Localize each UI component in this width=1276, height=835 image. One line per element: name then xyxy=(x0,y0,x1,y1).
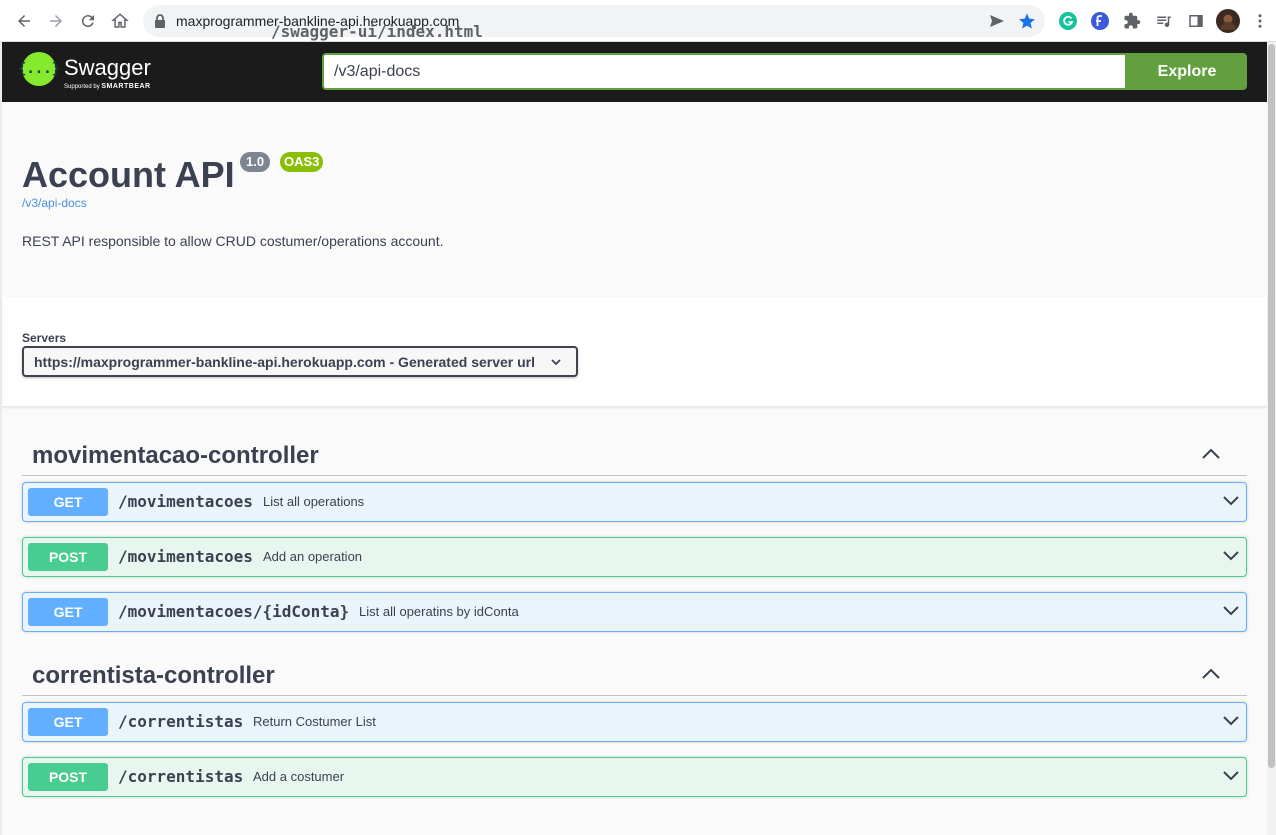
operation-path: /movimentacoes/{idConta} xyxy=(118,602,350,621)
version-badge: 1.0 xyxy=(240,152,271,172)
chevron-down-icon[interactable] xyxy=(1222,604,1240,618)
side-panel-button[interactable] xyxy=(1186,11,1206,31)
operation-get-correntistas[interactable]: GET /correntistas Return Costumer List xyxy=(22,702,1247,742)
operation-post-movimentacoes[interactable]: POST /movimentacoes Add an operation xyxy=(22,537,1247,577)
extensions-button[interactable] xyxy=(1122,11,1142,31)
browser-toolbar: maxprogrammer-bankline-api.herokuapp.com… xyxy=(0,0,1276,42)
api-url-input[interactable]: /v3/api-docs xyxy=(322,53,1127,90)
chevron-down-icon[interactable] xyxy=(1222,714,1240,728)
explore-form: /v3/api-docs Explore xyxy=(322,53,1247,90)
tag-title: correntista-controller xyxy=(32,662,275,689)
browser-menu-button[interactable] xyxy=(1250,11,1270,31)
servers-selected-value: https://maxprogrammer-bankline-api.herok… xyxy=(34,354,536,370)
url-path: /swagger-ui/index.html xyxy=(271,22,483,41)
arrow-left-icon xyxy=(18,15,30,27)
operation-summary: List all operatins by idConta xyxy=(359,604,519,619)
swagger-logo-icon: {...} xyxy=(18,52,60,86)
chevron-up-icon[interactable] xyxy=(1201,446,1221,460)
send-icon[interactable] xyxy=(989,13,1005,29)
operation-post-correntistas[interactable]: POST /correntistas Add a costumer xyxy=(22,757,1247,797)
url-text: maxprogrammer-bankline-api.herokuapp.com… xyxy=(176,13,483,41)
operation-get-movimentacoes[interactable]: GET /movimentacoes List all operations xyxy=(22,482,1247,522)
lock-icon xyxy=(155,14,165,28)
swagger-logo-subtitle: Supported by SMARTBEAR xyxy=(64,83,151,90)
explore-button[interactable]: Explore xyxy=(1127,53,1247,90)
grammarly-icon xyxy=(1059,12,1077,30)
profile-button[interactable] xyxy=(1216,9,1240,33)
operation-path: /correntistas xyxy=(118,712,244,731)
operation-summary: Add a costumer xyxy=(253,769,345,784)
arrow-right-icon xyxy=(50,15,62,27)
grammarly-extension[interactable] xyxy=(1058,11,1078,31)
method-badge: POST xyxy=(28,763,108,791)
method-badge: GET xyxy=(28,708,108,736)
logo-sub-brand: SMARTBEAR xyxy=(101,83,151,90)
operation-summary: Add an operation xyxy=(263,549,363,564)
operation-path: /movimentacoes xyxy=(118,492,253,511)
api-info: Account API 1.0 OAS3 /v3/api-docs REST A… xyxy=(2,102,1267,297)
chevron-up-icon[interactable] xyxy=(1201,666,1221,680)
swagger-topbar: {...} Swagger Supported by SMARTBEAR /v3… xyxy=(2,42,1267,102)
home-icon xyxy=(111,13,129,28)
tag-title: movimentacao-controller xyxy=(32,442,319,469)
method-badge: GET xyxy=(28,598,108,626)
logo-sub-prefix: Supported by xyxy=(64,84,100,90)
media-control-button[interactable] xyxy=(1154,11,1174,31)
servers-label: Servers xyxy=(22,331,67,345)
reload-button[interactable] xyxy=(74,7,102,35)
puzzle-icon xyxy=(1124,12,1141,29)
tag-section-correntista[interactable]: correntista-controller xyxy=(22,652,1247,696)
reload-icon xyxy=(81,15,94,28)
back-button[interactable] xyxy=(10,7,38,35)
operation-path: /movimentacoes xyxy=(118,547,253,566)
address-bar[interactable]: maxprogrammer-bankline-api.herokuapp.com… xyxy=(143,5,1045,41)
operation-summary: List all operations xyxy=(263,494,365,509)
oas-badge: OAS3 xyxy=(280,152,324,172)
side-panel-icon xyxy=(1189,15,1203,27)
chevron-down-icon[interactable] xyxy=(1222,769,1240,783)
forward-button[interactable] xyxy=(42,7,70,35)
chevron-down-icon xyxy=(551,359,561,366)
operation-summary: Return Costumer List xyxy=(253,714,376,729)
star-icon[interactable] xyxy=(1018,12,1036,30)
api-docs-link[interactable]: /v3/api-docs xyxy=(22,196,87,210)
home-button[interactable] xyxy=(106,7,134,35)
method-badge: GET xyxy=(28,488,108,516)
method-badge: POST xyxy=(28,543,108,571)
chevron-down-icon[interactable] xyxy=(1222,494,1240,508)
media-queue-icon xyxy=(1157,16,1171,28)
swagger-logo-text: Swagger xyxy=(64,55,151,80)
api-description: REST API responsible to allow CRUD costu… xyxy=(22,233,444,249)
swagger-logo[interactable]: {...} Swagger Supported by SMARTBEAR xyxy=(18,52,172,92)
servers-select[interactable]: https://maxprogrammer-bankline-api.herok… xyxy=(22,346,578,377)
tag-section-movimentacao[interactable]: movimentacao-controller xyxy=(22,432,1247,476)
kebab-menu-icon xyxy=(1258,14,1262,28)
chevron-down-icon[interactable] xyxy=(1222,549,1240,563)
operation-path: /correntistas xyxy=(118,767,244,786)
flow-extension[interactable] xyxy=(1090,11,1110,31)
page-title: Account API xyxy=(22,154,235,195)
servers-section: Servers https://maxprogrammer-bankline-a… xyxy=(2,297,1267,407)
page-scrollbar-thumb[interactable] xyxy=(1268,44,1275,768)
avatar xyxy=(1216,9,1240,33)
flow-icon xyxy=(1091,12,1109,30)
operation-get-movimentacoes-idconta[interactable]: GET /movimentacoes/{idConta} List all op… xyxy=(22,592,1247,632)
